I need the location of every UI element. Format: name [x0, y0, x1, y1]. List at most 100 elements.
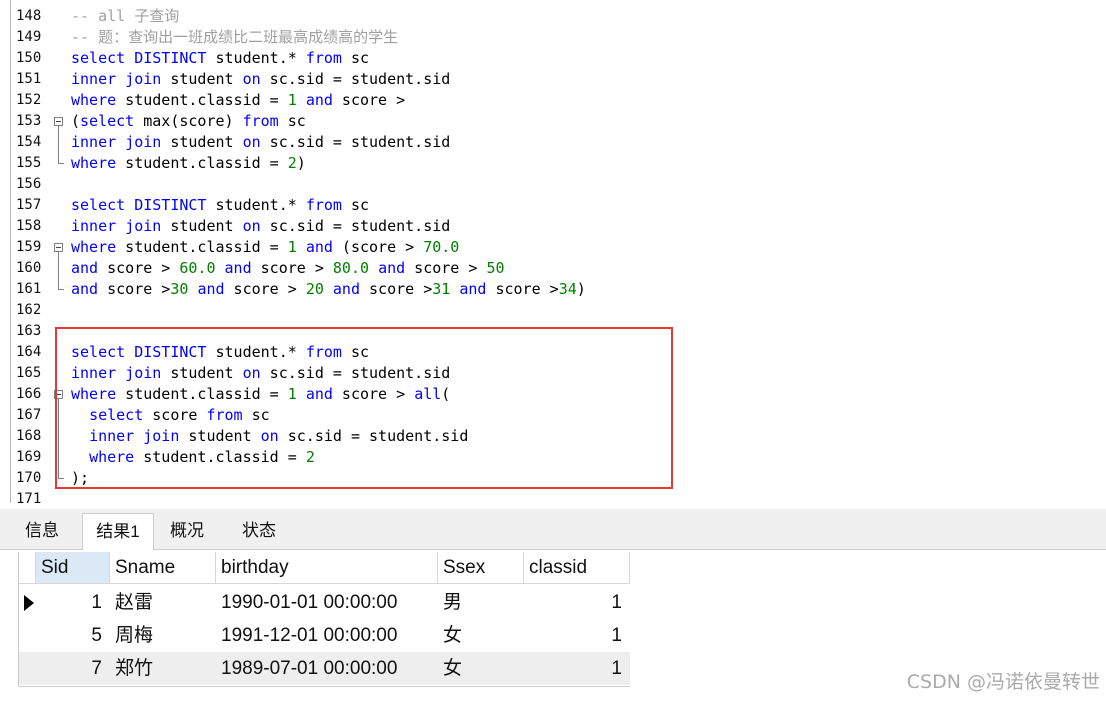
- code-line[interactable]: inner join student on sc.sid = student.s…: [71, 132, 450, 153]
- code-token: and: [71, 259, 99, 277]
- code-token: join: [125, 133, 162, 151]
- cell-sname[interactable]: 郑竹: [110, 652, 216, 685]
- line-number: 156: [16, 176, 42, 192]
- line-number: 169: [16, 449, 42, 465]
- code-token: and: [71, 280, 99, 298]
- line-number: 170: [16, 470, 42, 486]
- code-token: from: [242, 112, 279, 130]
- code-token: (score >: [332, 238, 424, 256]
- code-token: 50: [486, 259, 505, 277]
- code-token: sc: [341, 196, 370, 214]
- cell-ssex[interactable]: 男: [438, 586, 524, 619]
- code-line[interactable]: -- 题：查询出一班成绩比二班最高成绩高的学生: [71, 27, 398, 48]
- column-header-ssex[interactable]: Ssex: [438, 552, 524, 584]
- code-line[interactable]: select DISTINCT student.* from sc: [71, 48, 369, 69]
- fold-guide-line: [58, 252, 59, 289]
- code-token: 70.0: [423, 238, 460, 256]
- cell-sid[interactable]: 1: [36, 586, 110, 619]
- code-line[interactable]: select DISTINCT student.* from sc: [71, 195, 369, 216]
- line-number: 162: [16, 302, 42, 318]
- code-token: sc.sid = student.sid: [260, 217, 451, 235]
- code-line[interactable]: where student.classid = 1 and (score > 7…: [71, 237, 459, 258]
- line-number: 159: [16, 239, 42, 255]
- result-grid[interactable]: Sid Sname birthday Ssex classid 1 赵雷 199…: [18, 552, 630, 686]
- cell-birthday[interactable]: 1991-12-01 00:00:00: [216, 619, 438, 652]
- code-line[interactable]: and score >30 and score > 20 and score >…: [71, 279, 586, 300]
- tab-status[interactable]: 状态: [228, 513, 290, 549]
- fold-toggle-icon[interactable]: [54, 117, 63, 126]
- code-line[interactable]: inner join student on sc.sid = student.s…: [71, 69, 450, 90]
- code-line[interactable]: where student.classid = 2): [71, 153, 306, 174]
- code-token: student.*: [206, 49, 306, 67]
- cell-classid[interactable]: 1: [524, 652, 630, 685]
- cell-sname[interactable]: 周梅: [110, 619, 216, 652]
- result-tab-bar: 信息 结果1 概况 状态: [0, 509, 1106, 550]
- cell-classid[interactable]: 1: [524, 619, 630, 652]
- fold-toggle-icon[interactable]: [54, 243, 63, 252]
- code-line[interactable]: inner join student on sc.sid = student.s…: [71, 216, 450, 237]
- line-number: 150: [16, 50, 42, 66]
- cell-sid[interactable]: 5: [36, 619, 110, 652]
- column-header-classid[interactable]: classid: [524, 552, 630, 584]
- code-line[interactable]: (select max(score) from sc: [71, 111, 306, 132]
- code-token: score >: [360, 280, 433, 298]
- line-number: 149: [16, 29, 42, 45]
- code-token: ): [296, 154, 306, 172]
- line-number: 152: [16, 92, 42, 108]
- code-token: student.*: [206, 196, 306, 214]
- cell-sname[interactable]: 赵雷: [110, 586, 216, 619]
- tab-info[interactable]: 信息: [12, 513, 72, 549]
- line-number: 151: [16, 71, 42, 87]
- code-token: 60.0: [179, 259, 216, 277]
- code-token: 34: [558, 280, 577, 298]
- line-number: 160: [16, 260, 42, 276]
- code-token: student.classid =: [116, 154, 288, 172]
- column-header-sid[interactable]: Sid: [36, 552, 110, 584]
- code-token: inner: [71, 70, 117, 88]
- code-token: 31: [432, 280, 451, 298]
- line-number: 165: [16, 365, 42, 381]
- code-token: 80.0: [332, 259, 370, 277]
- line-number: 163: [16, 323, 42, 339]
- line-number: 161: [16, 281, 42, 297]
- row-marker: [18, 619, 36, 652]
- column-header-birthday[interactable]: birthday: [216, 552, 438, 584]
- cell-ssex[interactable]: 女: [438, 652, 524, 685]
- code-token: sc.sid = student.sid: [260, 70, 451, 88]
- code-token: where: [71, 91, 117, 109]
- line-number: 154: [16, 134, 42, 150]
- cell-birthday[interactable]: 1990-01-01 00:00:00: [216, 586, 438, 619]
- code-line[interactable]: and score > 60.0 and score > 80.0 and sc…: [71, 258, 505, 279]
- tab-result1[interactable]: 结果1: [82, 513, 154, 550]
- code-token: score >: [98, 259, 180, 277]
- code-token: on: [242, 217, 261, 235]
- column-header-sname[interactable]: Sname: [110, 552, 216, 584]
- cell-sid[interactable]: 7: [36, 652, 110, 685]
- code-line[interactable]: -- all 子查询: [71, 6, 179, 27]
- code-token: student.classid =: [116, 238, 288, 256]
- row-header-corner: [18, 552, 36, 584]
- cell-birthday[interactable]: 1989-07-01 00:00:00: [216, 652, 438, 685]
- code-token: student.classid =: [116, 91, 288, 109]
- sql-editor[interactable]: 148 149 150 151 152 153 154 155 156 157 158 159 160 1…: [0, 0, 1106, 503]
- code-token: select: [71, 196, 126, 214]
- code-token: student: [161, 133, 243, 151]
- code-token: on: [242, 70, 261, 88]
- code-token: and: [378, 259, 406, 277]
- code-token: score >: [332, 91, 406, 109]
- line-number: 157: [16, 197, 42, 213]
- grid-left-border: [18, 552, 19, 686]
- code-token: score >: [405, 259, 487, 277]
- tab-profile[interactable]: 概况: [156, 513, 218, 549]
- cell-classid[interactable]: 1: [524, 586, 630, 619]
- code-token: where: [71, 238, 117, 256]
- code-token: student: [161, 70, 243, 88]
- cell-ssex[interactable]: 女: [438, 619, 524, 652]
- code-line[interactable]: where student.classid = 1 and score >: [71, 90, 405, 111]
- code-token: inner: [71, 217, 117, 235]
- line-number: 155: [16, 155, 42, 171]
